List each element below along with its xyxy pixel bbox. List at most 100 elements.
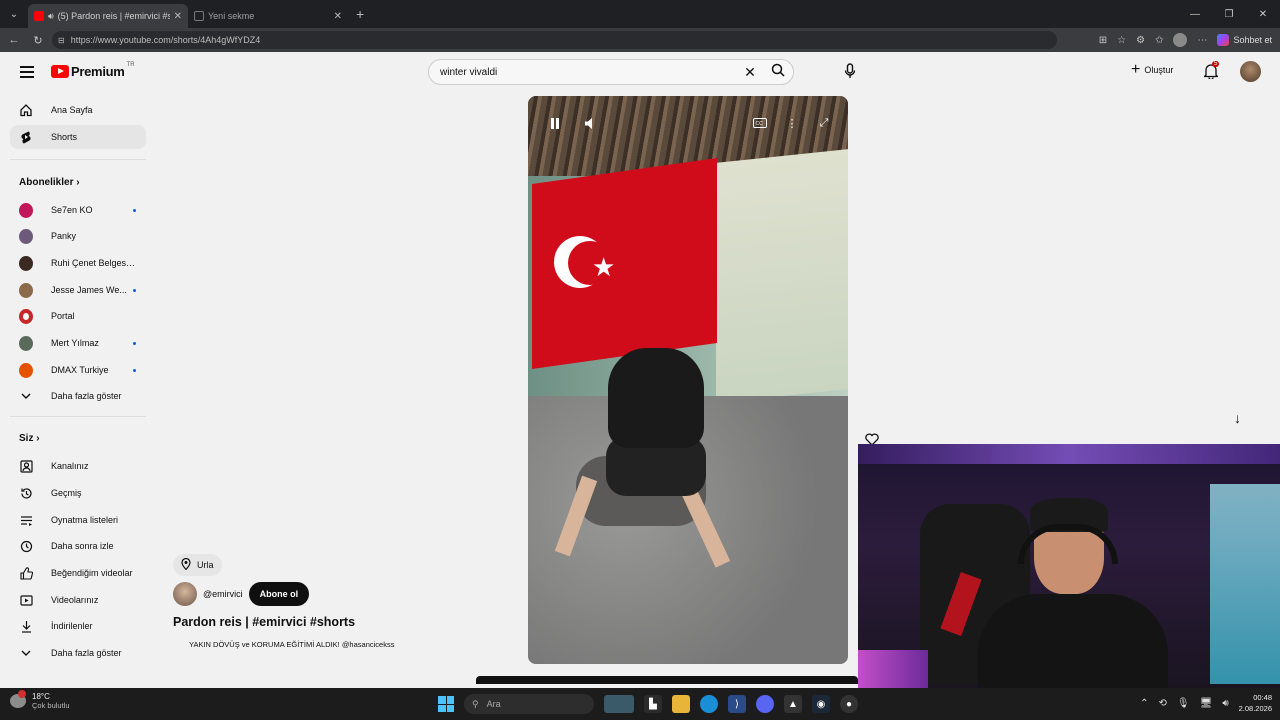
- sidebar-show-more[interactable]: Daha fazla göster: [10, 384, 146, 408]
- menu-icon[interactable]: [20, 66, 34, 81]
- restore-icon[interactable]: ❐: [1212, 0, 1246, 28]
- sidebar-item-label: Videolarınız: [51, 595, 99, 605]
- channel-handle[interactable]: @emirvici: [203, 589, 243, 599]
- search-icon[interactable]: [763, 63, 793, 82]
- short-progress-bar[interactable]: [476, 676, 858, 684]
- profile-avatar[interactable]: [1173, 33, 1188, 47]
- sidebar-item-label: Daha fazla göster: [51, 648, 122, 658]
- widgets-icon[interactable]: [604, 695, 634, 713]
- clear-search-icon[interactable]: ✕: [737, 64, 763, 81]
- sidebar-item-subscription[interactable]: Ruhi Çenet Belgesel...: [10, 251, 146, 275]
- taskbar-search[interactable]: ⚲ Ara: [464, 694, 594, 714]
- account-avatar[interactable]: [1240, 61, 1261, 82]
- you-heading[interactable]: Siz ›: [19, 433, 40, 444]
- sidebar-item-subscription[interactable]: Panky: [10, 224, 146, 248]
- tray-overflow-icon[interactable]: ⌃: [1140, 698, 1148, 709]
- search-input[interactable]: winter vivaldi: [440, 67, 737, 78]
- sidebar-item-subscription[interactable]: Mert Yılmaz: [10, 331, 146, 355]
- favorites-icon[interactable]: ✩: [1155, 35, 1163, 46]
- discord-icon[interactable]: [756, 695, 774, 713]
- sidebar-item-your-videos[interactable]: Videolarınız: [10, 588, 146, 612]
- fullscreen-icon[interactable]: ⤢: [815, 114, 833, 132]
- window-controls: — ❐ ✕: [1178, 0, 1280, 28]
- steam-icon[interactable]: ◉: [812, 695, 830, 713]
- mic-tray-icon[interactable]: 🎙︎: [1177, 698, 1190, 709]
- chevron-down-icon: [19, 646, 33, 660]
- youtube-favicon-icon: [34, 11, 44, 21]
- close-window-icon[interactable]: ✕: [1246, 0, 1280, 28]
- windows-start-icon[interactable]: [438, 696, 454, 712]
- speaker-icon[interactable]: 🔊︎: [48, 11, 54, 22]
- more-options-icon[interactable]: ⋮: [783, 114, 801, 132]
- sidebar-item-playlists[interactable]: Oynatma listeleri: [10, 508, 146, 532]
- sidebar-item-label: İndirilenler: [51, 621, 93, 631]
- short-video-player[interactable]: ★ CC ⋮ ⤢: [528, 96, 848, 664]
- close-tab-icon[interactable]: ✕: [334, 11, 342, 22]
- weather-temp: 18°C: [32, 692, 50, 701]
- url-field[interactable]: ⊟ https://www.youtube.com/shorts/4Ah4gWf…: [52, 31, 1057, 49]
- pause-icon[interactable]: [546, 114, 564, 132]
- site-info-icon[interactable]: ⊟: [58, 36, 65, 45]
- logo-region: TR: [126, 61, 135, 68]
- minimize-icon[interactable]: —: [1178, 0, 1212, 28]
- sidebar-item-subscription[interactable]: Portal: [10, 304, 146, 328]
- split-screen-icon[interactable]: ⊞: [1099, 35, 1107, 46]
- sidebar-item-liked[interactable]: Beğendiğim videolar: [10, 561, 146, 585]
- sidebar-item-shorts[interactable]: Shorts: [10, 125, 146, 149]
- sidebar-item-label: Panky: [51, 231, 77, 241]
- divider: [10, 159, 146, 160]
- sidebar-show-more[interactable]: Daha fazla göster: [10, 641, 146, 665]
- sidebar-item-history[interactable]: Geçmiş: [10, 481, 146, 505]
- close-tab-icon[interactable]: ✕: [174, 11, 182, 22]
- channel-avatar[interactable]: [173, 582, 197, 606]
- short-description[interactable]: YAKIN DÖVÜŞ ve KORUMA EĞİTİMİ ALDIK! @ha…: [189, 640, 394, 649]
- reload-icon[interactable]: ↻: [26, 34, 50, 47]
- volume-icon[interactable]: [582, 114, 600, 132]
- sidebar-item-subscription[interactable]: Jesse James We...: [10, 278, 146, 302]
- subscribe-button[interactable]: Abone ol: [248, 582, 310, 606]
- new-tab-button[interactable]: +: [356, 6, 364, 22]
- edge-icon[interactable]: [700, 695, 718, 713]
- tab-new[interactable]: Yeni sekme ✕: [188, 4, 348, 28]
- chat-button[interactable]: Sohbet et: [1217, 34, 1272, 46]
- obs-icon[interactable]: ●: [840, 695, 858, 713]
- next-short-icon[interactable]: ↓: [1234, 410, 1241, 426]
- divider: [10, 416, 146, 417]
- microphone-icon[interactable]: [844, 63, 856, 84]
- sidebar-item-downloads[interactable]: İndirilenler: [10, 614, 146, 638]
- more-icon[interactable]: ⋯: [1197, 35, 1207, 46]
- sidebar-item-home[interactable]: Ana Sayfa: [10, 98, 146, 122]
- webcam-pink-light: [858, 650, 928, 688]
- create-button[interactable]: + Oluştur: [1131, 62, 1173, 78]
- tab-list-icon[interactable]: ⌄: [4, 4, 24, 24]
- file-explorer-icon[interactable]: [672, 695, 690, 713]
- sync-icon[interactable]: ⟲: [1159, 698, 1167, 709]
- chat-label: Sohbet et: [1233, 35, 1272, 45]
- tab-youtube[interactable]: 🔊︎ (5) Pardon reis | #emirvici #sh ✕: [28, 4, 188, 28]
- clock[interactable]: 00:48 2.08.2026: [1239, 692, 1272, 714]
- subscriptions-heading[interactable]: Abonelikler ›: [19, 177, 80, 188]
- extensions-icon[interactable]: ⚙: [1136, 35, 1145, 46]
- youtube-logo[interactable]: Premium TR: [51, 61, 135, 79]
- sidebar-item-watch-later[interactable]: Daha sonra izle: [10, 534, 146, 558]
- task-view-icon[interactable]: ▙: [644, 695, 662, 713]
- sidebar-item-subscription[interactable]: DMAX Turkiye: [10, 358, 146, 382]
- channel-avatar-icon: [19, 202, 33, 218]
- network-icon[interactable]: 🖥︎: [1200, 698, 1213, 709]
- sidebar-item-channel[interactable]: Kanalınız: [10, 454, 146, 478]
- volume-tray-icon[interactable]: 🔊︎: [1222, 698, 1228, 709]
- sidebar-item-subscription[interactable]: Se7en KO: [10, 198, 146, 222]
- back-icon[interactable]: ←: [2, 34, 26, 46]
- notifications-bell-icon[interactable]: 5: [1202, 61, 1220, 84]
- location-chip[interactable]: Urla: [173, 554, 222, 576]
- captions-icon[interactable]: CC: [751, 114, 769, 132]
- sidebar-item-label: Kanalınız: [51, 461, 89, 471]
- search-box[interactable]: winter vivaldi ✕: [428, 59, 794, 85]
- vscode-icon[interactable]: ⟩: [728, 695, 746, 713]
- favorite-star-icon[interactable]: ☆: [1117, 35, 1126, 46]
- history-icon: [19, 486, 33, 500]
- weather-widget[interactable]: 18°C Çok bulutlu: [10, 690, 70, 710]
- logo-brand: Premium: [71, 64, 125, 79]
- app-icon[interactable]: ▲: [784, 695, 802, 713]
- sidebar-item-label: Shorts: [51, 132, 78, 142]
